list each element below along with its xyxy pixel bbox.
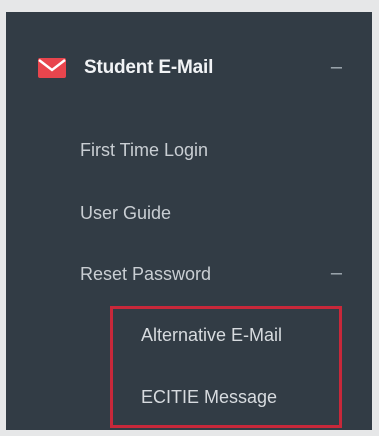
menu-item-reset-password[interactable]: Reset Password	[80, 264, 211, 285]
submenu-item-alternative-email[interactable]: Alternative E-Mail	[141, 325, 282, 346]
screenshot-frame: Student E-Mail – First Time Login User G…	[0, 0, 379, 436]
student-email-label: Student E-Mail	[84, 57, 214, 78]
student-email-menu-header[interactable]: Student E-Mail –	[6, 50, 372, 86]
reset-password-collapse-icon[interactable]: –	[331, 263, 342, 283]
sidebar-menu: Student E-Mail – First Time Login User G…	[6, 12, 372, 430]
submenu-item-ecitie-message[interactable]: ECITIE Message	[141, 387, 277, 408]
envelope-icon	[38, 58, 66, 78]
collapse-icon[interactable]: –	[331, 57, 342, 77]
menu-item-first-time-login[interactable]: First Time Login	[80, 140, 208, 161]
menu-item-user-guide[interactable]: User Guide	[80, 203, 171, 224]
